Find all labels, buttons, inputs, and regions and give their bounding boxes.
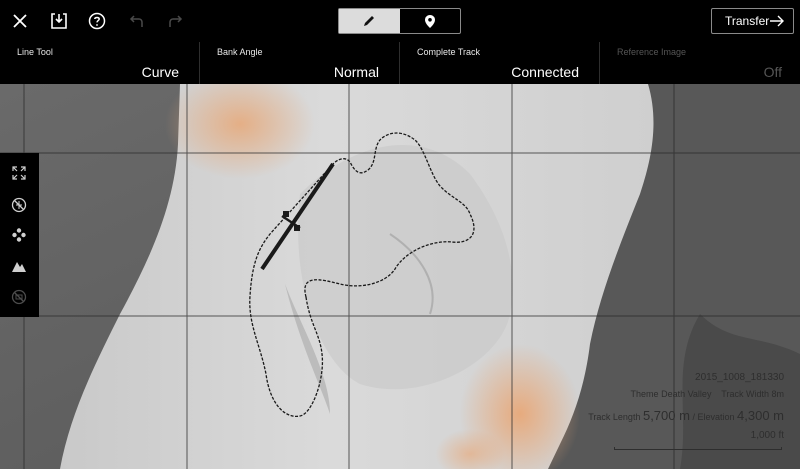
track-width-label: Track Width [721, 389, 769, 399]
settings-bar: Line Tool Curve Bank Angle Normal Comple… [0, 42, 800, 84]
map-tool-rail [0, 153, 39, 317]
redo-button[interactable] [160, 6, 190, 36]
track-length-value: 5,700 m [642, 408, 690, 423]
gate-marker-right[interactable] [294, 225, 300, 231]
save-download-icon [51, 13, 67, 29]
draw-mode-tab[interactable] [339, 9, 400, 33]
expand-icon [12, 166, 26, 180]
pencil-icon [364, 16, 375, 26]
scale-label: 1,000 ft [750, 430, 784, 441]
track-id: 2015_1008_181330 [695, 372, 784, 383]
waypoints-icon [12, 228, 26, 242]
setting-value: Connected [511, 64, 579, 80]
undo-button[interactable] [122, 6, 152, 36]
setting-label: Line Tool [17, 47, 53, 57]
top-toolbar: Transfer [0, 0, 800, 42]
help-icon [88, 12, 106, 30]
layer-toggle-button[interactable] [9, 287, 29, 307]
save-button[interactable] [44, 6, 74, 36]
setting-value: Off [763, 64, 782, 80]
setting-value: Normal [333, 64, 379, 80]
track-width-value: 8m [771, 389, 784, 399]
elevation-value: 4,300 m [737, 408, 784, 423]
gate-marker-left[interactable] [283, 211, 289, 217]
close-icon [13, 14, 27, 28]
fit-view-button[interactable] [9, 163, 29, 183]
setting-label: Reference Image [617, 47, 687, 57]
help-button[interactable] [82, 6, 112, 36]
close-button[interactable] [5, 6, 35, 36]
disabled-layer-icon [11, 289, 27, 305]
setting-value: Curve [141, 64, 179, 80]
redo-icon [169, 15, 183, 27]
waypoints-button[interactable] [9, 225, 29, 245]
setting-label: Complete Track [417, 47, 481, 57]
theme-width-info: Theme Death Valley Track Width 8m [631, 389, 784, 399]
transfer-label: Transfer [725, 14, 770, 28]
line-tool-setting[interactable]: Line Tool Curve [0, 42, 200, 84]
elevation-label: / Elevation [692, 412, 735, 422]
track-length-label: Track Length [588, 412, 641, 422]
transfer-button[interactable]: Transfer [711, 8, 794, 34]
scale-bar [614, 447, 782, 450]
reference-image-setting[interactable]: Reference Image Off [600, 42, 800, 84]
setting-label: Bank Angle [217, 47, 263, 57]
complete-track-setting[interactable]: Complete Track Connected [400, 42, 600, 84]
bank-angle-setting[interactable]: Bank Angle Normal [200, 42, 400, 84]
theme-value: Death Valley [661, 389, 712, 399]
location-mode-tab[interactable] [400, 9, 461, 33]
theme-label: Theme [630, 389, 659, 399]
arrow-right-icon [770, 15, 784, 27]
location-pin-icon [424, 14, 435, 28]
undo-icon [129, 15, 143, 27]
no-fly-zone-button[interactable] [9, 195, 29, 215]
mode-switch [338, 8, 461, 34]
length-elevation-info: Track Length 5,700 m / Elevation 4,300 m [588, 408, 784, 423]
no-flight-icon [11, 197, 27, 213]
terrain-button[interactable] [9, 256, 29, 276]
terrain-icon [12, 262, 26, 272]
